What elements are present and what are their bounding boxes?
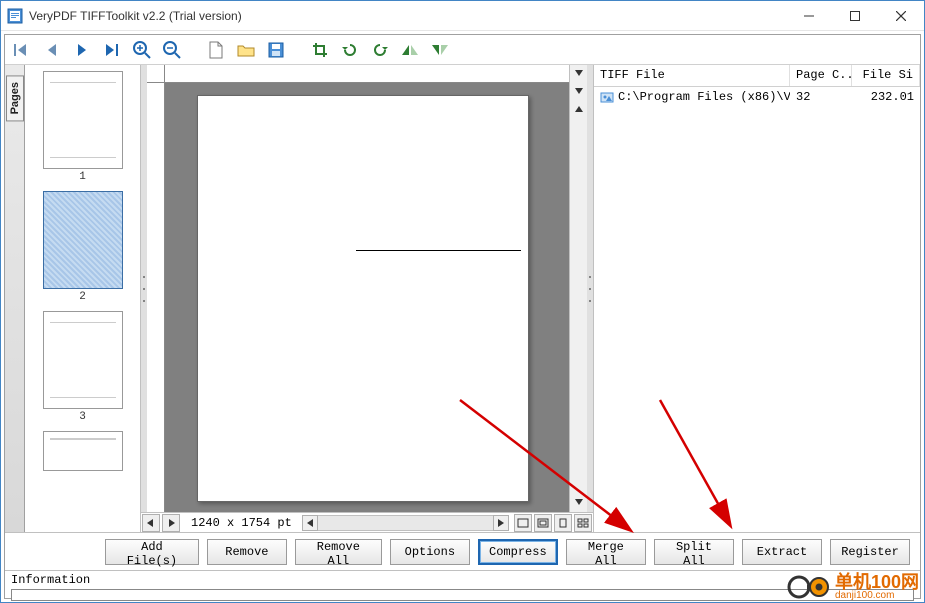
ruler-corner bbox=[147, 65, 165, 83]
remove-all-button[interactable]: Remove All bbox=[295, 539, 382, 565]
file-path: C:\Program Files (x86)\Ver... bbox=[618, 90, 790, 104]
maximize-button[interactable] bbox=[832, 1, 878, 31]
thumbnail-item[interactable] bbox=[43, 431, 123, 471]
grid-icon[interactable] bbox=[574, 514, 592, 532]
rotate-left-icon[interactable] bbox=[339, 39, 361, 61]
titlebar: VeryPDF TIFFToolkit v2.2 (Trial version) bbox=[1, 1, 924, 31]
app-window: VeryPDF TIFFToolkit v2.2 (Trial version) bbox=[0, 0, 925, 603]
compress-button[interactable]: Compress bbox=[478, 539, 558, 565]
zoom-out-icon[interactable] bbox=[161, 39, 183, 61]
watermark-url: danji100.com bbox=[835, 591, 919, 601]
prev-page-icon[interactable] bbox=[41, 39, 63, 61]
info-bar: Information bbox=[5, 570, 920, 598]
pages-tab[interactable]: Pages bbox=[5, 65, 25, 532]
zoom-in-icon[interactable] bbox=[131, 39, 153, 61]
page-dimensions: 1240 x 1754 pt bbox=[181, 516, 302, 530]
main-area: Pages 1 2 3 bbox=[5, 65, 920, 532]
page-view bbox=[197, 95, 529, 502]
canvas[interactable] bbox=[147, 65, 569, 512]
rotate-right-icon[interactable] bbox=[369, 39, 391, 61]
minimize-button[interactable] bbox=[786, 1, 832, 31]
close-button[interactable] bbox=[878, 1, 924, 31]
vertical-scroll-panel bbox=[569, 65, 587, 512]
file-row[interactable]: C:\Program Files (x86)\Ver... 32 232.01 bbox=[594, 87, 920, 107]
window-controls bbox=[786, 1, 924, 31]
merge-all-button[interactable]: Merge All bbox=[566, 539, 646, 565]
file-icon bbox=[600, 90, 614, 104]
crop-icon[interactable] bbox=[309, 39, 331, 61]
file-pages: 32 bbox=[790, 88, 852, 106]
open-doc-icon[interactable] bbox=[235, 39, 257, 61]
thumbnail-image bbox=[43, 71, 123, 169]
toolbar bbox=[5, 35, 920, 65]
hscroll-track[interactable] bbox=[318, 515, 493, 531]
thumbnail-item[interactable]: 1 bbox=[43, 71, 123, 183]
thumbnail-item[interactable]: 3 bbox=[43, 311, 123, 423]
file-list-rows: C:\Program Files (x86)\Ver... 32 232.01 bbox=[594, 87, 920, 532]
pages-tab-label: Pages bbox=[6, 75, 24, 121]
first-page-icon[interactable] bbox=[11, 39, 33, 61]
hscroll-right-icon[interactable] bbox=[493, 515, 509, 531]
thumbnail-image bbox=[43, 311, 123, 409]
viewer-split bbox=[141, 65, 593, 512]
fit-page-icon[interactable] bbox=[534, 514, 552, 532]
next-page-icon[interactable] bbox=[71, 39, 93, 61]
file-list-header: TIFF File Page C... File Si bbox=[594, 65, 920, 87]
flip-horizontal-icon[interactable] bbox=[399, 39, 421, 61]
status-right-icon[interactable] bbox=[162, 514, 180, 532]
hscroll-left-icon[interactable] bbox=[302, 515, 318, 531]
thumbnail-number: 1 bbox=[79, 171, 86, 183]
split-all-button[interactable]: Split All bbox=[654, 539, 734, 565]
app-icon bbox=[7, 8, 23, 24]
watermark: 单机100网 danji100.com bbox=[787, 573, 919, 601]
viewer: 1240 x 1754 pt bbox=[141, 65, 594, 532]
file-list-panel: TIFF File Page C... File Si C:\Program F… bbox=[594, 65, 920, 532]
thumbnail-number: 2 bbox=[79, 291, 86, 303]
client-area: Pages 1 2 3 bbox=[4, 34, 921, 599]
col-tiff-file[interactable]: TIFF File bbox=[594, 65, 790, 86]
button-bar: Add File(s) Remove Remove All Options Co… bbox=[5, 532, 920, 570]
options-button[interactable]: Options bbox=[390, 539, 470, 565]
thumbnail-item[interactable]: 2 bbox=[43, 191, 123, 303]
register-button[interactable]: Register bbox=[830, 539, 910, 565]
add-files-button[interactable]: Add File(s) bbox=[105, 539, 199, 565]
ruler-vertical bbox=[147, 83, 165, 512]
col-file-size[interactable]: File Si bbox=[852, 65, 920, 86]
scroll-page-down-icon[interactable] bbox=[570, 65, 587, 83]
window-title: VeryPDF TIFFToolkit v2.2 (Trial version) bbox=[29, 9, 786, 23]
pages-panel: Pages 1 2 3 bbox=[5, 65, 141, 532]
vscroll-track[interactable] bbox=[570, 119, 587, 494]
extract-button[interactable]: Extract bbox=[742, 539, 822, 565]
thumbnail-image bbox=[43, 431, 123, 471]
actual-size-icon[interactable] bbox=[554, 514, 572, 532]
col-page-count[interactable]: Page C... bbox=[790, 65, 852, 86]
thumbnail-number: 3 bbox=[79, 411, 86, 423]
info-label: Information bbox=[11, 573, 90, 587]
remove-button[interactable]: Remove bbox=[207, 539, 287, 565]
new-doc-icon[interactable] bbox=[205, 39, 227, 61]
file-size: 232.01 bbox=[852, 88, 920, 106]
scroll-up-icon[interactable] bbox=[570, 101, 587, 119]
save-doc-icon[interactable] bbox=[265, 39, 287, 61]
scroll-down-icon[interactable] bbox=[570, 83, 587, 101]
ruler-horizontal bbox=[165, 65, 569, 83]
scroll-down-icon[interactable] bbox=[570, 494, 587, 512]
progress-bar bbox=[11, 589, 914, 601]
horizontal-scrollbar bbox=[302, 515, 509, 531]
last-page-icon[interactable] bbox=[101, 39, 123, 61]
thumbnail-image bbox=[43, 191, 123, 289]
viewer-status-bar: 1240 x 1754 pt bbox=[141, 512, 593, 532]
fit-width-icon[interactable] bbox=[514, 514, 532, 532]
split-handle-right[interactable] bbox=[587, 65, 593, 512]
watermark-logo-icon bbox=[787, 573, 831, 601]
flip-vertical-icon[interactable] bbox=[429, 39, 451, 61]
thumbnail-list: 1 2 3 bbox=[25, 65, 140, 532]
watermark-text: 单机100网 bbox=[835, 573, 919, 591]
status-left-icon[interactable] bbox=[142, 514, 160, 532]
